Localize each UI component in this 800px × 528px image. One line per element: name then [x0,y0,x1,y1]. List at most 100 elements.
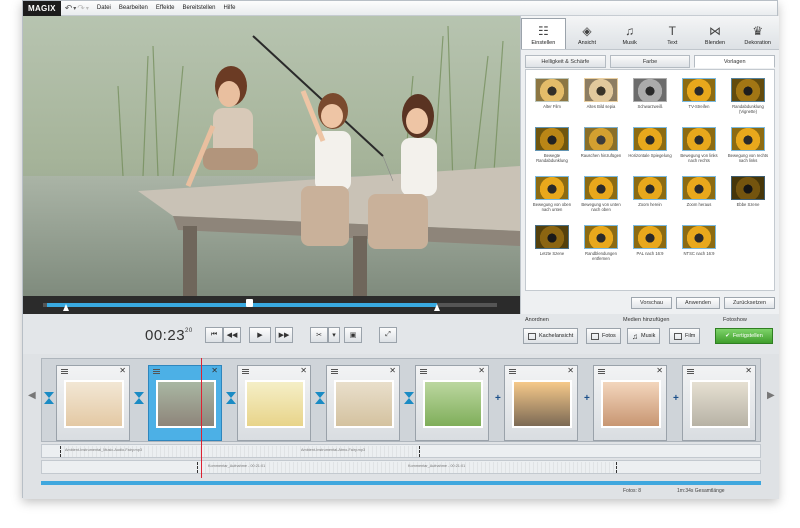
playhead-handle[interactable] [246,299,253,307]
timeline-playhead[interactable] [201,358,202,478]
menu-file[interactable]: Datei [97,5,111,11]
add-transition-icon[interactable]: + [495,393,501,404]
storyboard-clip[interactable]: ✕ [326,365,400,441]
close-icon[interactable]: ✕ [567,366,574,375]
transition-icon[interactable] [404,392,414,404]
menu-help[interactable]: Hilfe [224,5,236,11]
close-icon[interactable]: ✕ [478,366,485,375]
tab-musik[interactable]: ♫ Musik [608,16,651,49]
transition-icon[interactable] [44,392,54,404]
preset-item[interactable]: PAL nach 16:9 [626,225,674,274]
preset-label: Horizontale Spiegelung [628,153,672,158]
add-transition-icon[interactable]: + [584,393,590,404]
clip-menu-icon[interactable] [509,369,516,374]
storyboard-clip[interactable]: ✕ [237,365,311,441]
subtab-1[interactable]: Farbe [609,55,691,68]
cut-button[interactable]: ✂ [310,327,328,343]
status-bar: Fotos: 8 1m:34s Gesamtlänge [23,488,779,499]
clip-menu-icon[interactable] [687,369,694,374]
tab-dekoration[interactable]: ♛ Dekoration [736,16,779,49]
reset-button[interactable]: Zurücksetzen [723,297,775,309]
preset-item[interactable]: Rauschen hinzufügen [577,127,625,176]
music-track[interactable]: Ambient-Instrumental_Music-Audio-Fairy.m… [41,444,761,458]
voice-track[interactable]: Kommentar_Aufnahme - 00:21:01 Kommentar_… [41,460,761,474]
add-music-button[interactable]: ♫ Musik [627,328,661,344]
play-button[interactable]: ▶ [249,327,271,343]
subtab-0[interactable]: Helligkeit & Schärfe [525,55,606,68]
close-icon[interactable]: ✕ [745,366,752,375]
fullscreen-button[interactable]: ⤢ [379,327,397,343]
finish-button[interactable]: ✔ Fertigstellen [715,328,773,344]
preset-item[interactable]: Ebbe Szene [724,176,772,225]
preset-item[interactable]: Bewegte Randabdunklung [528,127,576,176]
undo-icon[interactable]: ↶ [65,3,73,14]
expand-icon: ⤢ [385,331,391,338]
sliders-icon: ☷ [537,24,549,38]
preset-item[interactable]: TV-Streifen [675,78,723,127]
storyboard-clip[interactable]: ✕ [56,365,130,441]
transition-icon[interactable] [134,392,144,404]
tab-ansicht[interactable]: ◈ Ansicht [566,16,609,49]
close-icon[interactable]: ✕ [656,366,663,375]
menu-effects[interactable]: Effekte [156,5,175,11]
preset-item[interactable]: Zoom herein [626,176,674,225]
music-clip-label-a: Ambient-Instrumental_Music-Audio-Fairy.m… [65,448,142,452]
music-clip[interactable]: Ambient-Instrumental_Music-Audio-Fairy.m… [60,446,420,457]
rewind-button[interactable]: ◀◀ [223,327,241,343]
skip-to-start-button[interactable]: ⏮ [205,327,223,343]
storyboard-clip[interactable]: ✕ [148,365,222,441]
preset-item[interactable]: Bewegung von unten nach oben [577,176,625,225]
menu-edit[interactable]: Bearbeiten [119,5,148,11]
preset-item[interactable]: Zoom heraus [675,176,723,225]
preset-item[interactable]: Bewegung von oben nach unten [528,176,576,225]
preset-item[interactable]: Altes Bild sepia [577,78,625,127]
preview-timeline-scrubber[interactable] [23,296,520,314]
close-icon[interactable]: ✕ [211,366,218,375]
storyboard-clip[interactable]: ✕ [504,365,578,441]
scroll-left-icon[interactable]: ◀ [28,390,36,401]
preset-item[interactable]: Randabdunklung (Vignette) [724,78,772,127]
subtab-2[interactable]: Vorlagen [694,55,776,68]
tile-view-button[interactable]: Kachelansicht [523,328,579,344]
add-transition-icon[interactable]: + [673,393,679,404]
tab-text[interactable]: T Text [651,16,694,49]
preset-item[interactable]: Horizontale Spiegelung [626,127,674,176]
snapshot-button[interactable]: ▣ [344,327,362,343]
add-photos-button[interactable]: Fotos [586,328,621,344]
tab-blenden[interactable]: ⋈ Blenden [694,16,737,49]
clip-menu-icon[interactable] [420,369,427,374]
preview-button[interactable]: Vorschau [631,297,672,309]
storyboard-clip[interactable]: ✕ [682,365,756,441]
preview-monitor[interactable] [23,16,520,296]
clip-menu-icon[interactable] [331,369,338,374]
close-icon[interactable]: ✕ [119,366,126,375]
transition-icon[interactable] [315,392,325,404]
chevron-down-icon: ▾ [332,332,336,339]
scroll-right-icon[interactable]: ▶ [767,390,775,401]
preset-item[interactable]: Bewegung von rechts nach links [724,127,772,176]
clip-menu-icon[interactable] [598,369,605,374]
add-film-button[interactable]: Film [669,328,701,344]
effect-tabs: ☷ Einstellen ◈ Ansicht ♫ Musik T Text ⋈ Blenden ♛ D… [521,16,779,50]
menu-publish[interactable]: Bereitstellen [182,5,215,11]
tab-einstellen[interactable]: ☷ Einstellen [521,18,566,49]
preset-item[interactable]: Schwarzweiß [626,78,674,127]
storyboard-clip[interactable]: ✕ [415,365,489,441]
storyboard-clip[interactable]: ✕ [593,365,667,441]
voice-clip[interactable]: Kommentar_Aufnahme - 00:21:01 Kommentar_… [197,462,617,473]
preset-item[interactable]: Letzte Szene [528,225,576,274]
clip-menu-icon[interactable] [153,369,160,374]
close-icon[interactable]: ✕ [300,366,307,375]
forward-button[interactable]: ▶▶ [275,327,293,343]
apply-button[interactable]: Anwenden [675,297,720,309]
clip-menu-icon[interactable] [61,369,68,374]
transition-icon[interactable] [226,392,236,404]
close-icon[interactable]: ✕ [389,366,396,375]
preset-item[interactable]: Bewegung von links nach rechts [675,127,723,176]
preset-item[interactable]: Alter Film [528,78,576,127]
redo-icon[interactable]: ↷ [77,3,85,14]
cut-options-button[interactable]: ▾ [328,327,340,343]
clip-menu-icon[interactable] [242,369,249,374]
preset-item[interactable]: Randblendungen entfernen [577,225,625,274]
preset-item[interactable]: NTSC nach 16:9 [675,225,723,274]
